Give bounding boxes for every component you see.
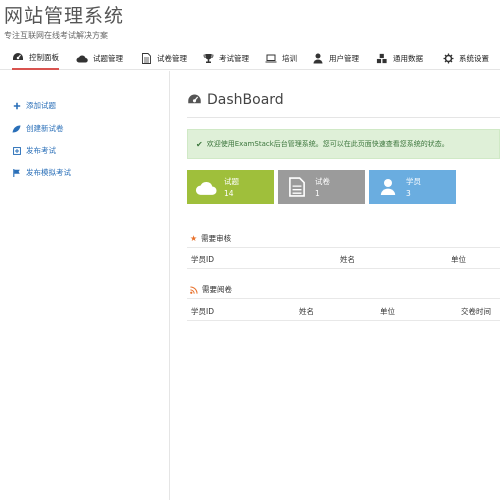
cloud-icon xyxy=(195,176,217,198)
divider xyxy=(187,298,500,299)
stat-label: 试卷 xyxy=(315,177,330,186)
brand: 网站管理系统 专注互联网在线考试解决方案 xyxy=(4,2,124,41)
nav-item-label: 培训 xyxy=(282,53,297,63)
plus-square-icon xyxy=(12,146,21,155)
sidebar-item-add-question[interactable]: 添加试题 xyxy=(12,100,56,111)
nav-item-system-settings[interactable]: 系统设置 xyxy=(442,46,489,70)
divider xyxy=(187,247,500,248)
nav-item-label: 控制面板 xyxy=(29,52,59,62)
title-divider xyxy=(187,117,500,118)
laptop-icon xyxy=(265,52,277,64)
stat-value: 1 xyxy=(315,189,320,198)
sidebar-item-create-paper[interactable]: 创建新试卷 xyxy=(12,123,64,134)
divider xyxy=(187,320,500,321)
stat-value: 3 xyxy=(406,189,411,198)
nav-item-exams[interactable]: 考试管理 xyxy=(202,46,249,70)
review-section-heading: ★ 需要审核 xyxy=(190,233,231,244)
top-navbar: 控制面板 试题管理 试卷管理 考试管理 培训 用户管理 通用数据 系统设置 xyxy=(0,46,500,70)
site-subtitle: 专注互联网在线考试解决方案 xyxy=(4,31,108,40)
page-title: DashBoard xyxy=(187,92,284,108)
divider xyxy=(187,268,500,269)
nav-item-label: 试题管理 xyxy=(93,53,123,63)
page-title-text: DashBoard xyxy=(207,92,284,108)
sidebar-item-label: 创建新试卷 xyxy=(26,124,64,133)
welcome-alert-text: 欢迎使用ExamStack后台管理系统。您可以在此页面快速查看您系统的状态。 xyxy=(206,140,449,148)
stat-label: 试题 xyxy=(224,177,239,186)
sidebar-item-label: 发布模拟考试 xyxy=(26,168,71,177)
leaf-icon xyxy=(12,124,21,133)
trophy-icon xyxy=(202,52,214,64)
stat-tile-papers[interactable]: 试卷 1 xyxy=(278,170,365,204)
stat-label: 学员 xyxy=(406,177,421,186)
file-icon xyxy=(286,176,308,198)
nav-item-label: 考试管理 xyxy=(219,53,249,63)
plus-icon xyxy=(12,101,21,110)
nav-item-questions[interactable]: 试题管理 xyxy=(76,46,123,70)
cloud-icon xyxy=(76,52,88,64)
review-col-unit: 单位 xyxy=(451,255,466,264)
grading-section-heading: 需要阅卷 xyxy=(190,284,232,295)
nav-item-common-data[interactable]: 通用数据 xyxy=(376,46,423,70)
sidebar-item-label: 添加试题 xyxy=(26,101,56,110)
file-icon xyxy=(140,52,152,64)
grading-col-unit: 单位 xyxy=(380,307,395,316)
nav-item-label: 用户管理 xyxy=(329,53,359,63)
gear-icon xyxy=(442,52,454,64)
nav-item-users[interactable]: 用户管理 xyxy=(312,46,359,70)
sidebar: 添加试题 创建新试卷 发布考试 发布模拟考试 xyxy=(0,71,170,500)
user-icon xyxy=(312,52,324,64)
dashboard-icon xyxy=(187,93,202,108)
grading-col-student-id: 学员ID xyxy=(191,307,214,316)
stat-tile-questions[interactable]: 试题 14 xyxy=(187,170,274,204)
review-section-title: 需要审核 xyxy=(201,234,232,243)
welcome-alert: ✔ 欢迎使用ExamStack后台管理系统。您可以在此页面快速查看您系统的状态。 xyxy=(187,129,500,159)
stat-value: 14 xyxy=(224,189,234,198)
nav-item-label: 试卷管理 xyxy=(157,53,187,63)
star-icon: ★ xyxy=(190,234,198,243)
nav-item-dashboard[interactable]: 控制面板 xyxy=(12,46,59,70)
cubes-icon xyxy=(376,52,388,64)
flag-icon xyxy=(12,168,21,177)
sidebar-item-publish-mock-exam[interactable]: 发布模拟考试 xyxy=(12,167,71,178)
site-title[interactable]: 网站管理系统 xyxy=(4,2,124,30)
grading-section-title: 需要阅卷 xyxy=(202,285,232,294)
nav-item-label: 通用数据 xyxy=(393,53,423,63)
check-icon: ✔ xyxy=(196,139,203,149)
review-col-name: 姓名 xyxy=(340,255,355,264)
stat-tile-students[interactable]: 学员 3 xyxy=(369,170,456,204)
grading-col-name: 姓名 xyxy=(299,307,314,316)
nav-item-label: 系统设置 xyxy=(459,53,489,63)
grading-col-submit-time: 交卷时间 xyxy=(461,307,491,316)
review-col-student-id: 学员ID xyxy=(191,255,214,264)
dashboard-icon xyxy=(12,51,24,63)
sidebar-item-publish-exam[interactable]: 发布考试 xyxy=(12,145,56,156)
user-icon xyxy=(377,176,399,198)
nav-item-training[interactable]: 培训 xyxy=(265,46,297,70)
rss-icon xyxy=(190,285,198,294)
nav-item-papers[interactable]: 试卷管理 xyxy=(140,46,187,70)
sidebar-item-label: 发布考试 xyxy=(26,146,56,155)
